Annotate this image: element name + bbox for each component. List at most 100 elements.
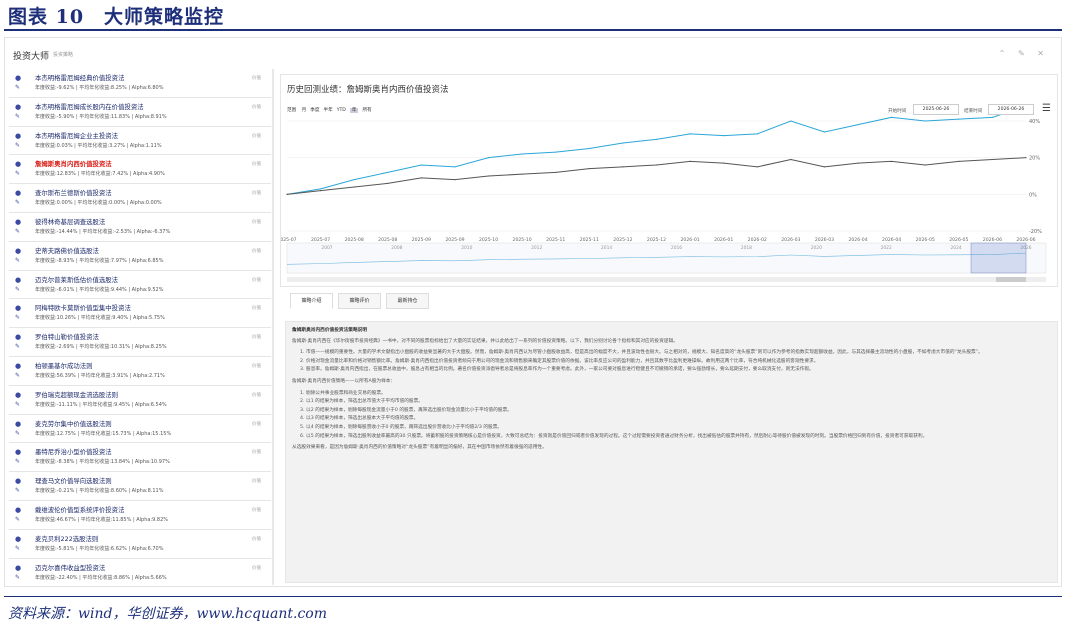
strategy-name[interactable]: 本杰明格雷厄姆成长股内在价值投资法 — [35, 102, 144, 111]
strategy-list-item[interactable]: ● ✎ 史蒂夫路佛价值选股法 年度收益:-8.93% | 平均年化收益:7.97% |… — [9, 242, 271, 271]
navigator-scroll-thumb[interactable] — [996, 277, 1026, 282]
strategy-list-item[interactable]: ● ✎ 墨特尼乔治小型价值投资法 年度收益:-8.38% | 平均年化收益:13.84… — [9, 443, 271, 473]
series-point — [555, 171, 557, 173]
strategy-tag: 价值 — [252, 133, 261, 139]
strategy-name[interactable]: 理查马文价值导向选股法则 — [35, 476, 112, 485]
series-point — [521, 153, 523, 155]
strategy-list-item[interactable]: ● ✎ 理查马文价值导向选股法则 年度收益:-0.21% | 平均年化收益:8.60%… — [9, 472, 271, 501]
navigator-year-label: 2016 — [671, 245, 682, 251]
chart-menu-icon[interactable]: ☰ — [1042, 103, 1051, 114]
edit-icon[interactable]: ✎ — [15, 574, 20, 581]
strategy-list-item[interactable]: ● ✎ 麦克贝利222选股法则 年度收益:-5.81% | 平均年化收益:6.62% … — [9, 530, 271, 559]
navigator-scrollbar[interactable] — [287, 277, 1046, 282]
strategy-tag: 价值 — [252, 479, 261, 485]
strategy-name[interactable]: 本杰明格雷厄姆经典价值投资法 — [35, 73, 124, 82]
selection-rule: 以3 的结果为样本，筛选出总股本大于平均值的股票。 — [306, 415, 1051, 423]
window-header: 投资大师 投资策略 ⌃ ✎ ✕ — [5, 38, 1061, 68]
strategy-name[interactable]: 迈克尔普莱斯低估价值选股法 — [35, 275, 118, 284]
chart-title: 历史回测业绩：詹姆斯奥肖内西价值投资法 — [287, 85, 449, 95]
strategy-list-item[interactable]: ● ✎ 彼得林奇基层调查选股法 年度收益:-14.44% | 平均年化收益:-2.53… — [9, 213, 271, 242]
strategy-name[interactable]: 柏顿墨基尔成功法则 — [35, 361, 93, 370]
edit-icon[interactable]: ✎ — [15, 343, 20, 350]
strategy-name[interactable]: 迈克尔喜伟收益型投资法 — [35, 563, 105, 572]
edit-icon[interactable]: ✎ — [15, 170, 20, 177]
series-line — [286, 115, 1002, 195]
description-point: 价格对现金流量比率和价格对销售额比率。詹姆斯·奥肖内西指出价值投资者倾向于用公司… — [306, 358, 1051, 366]
edit-icon[interactable]: ✎ — [15, 113, 20, 120]
x-tick-label: 2025-12 — [613, 237, 632, 243]
range-button[interactable]: 年 — [349, 108, 359, 113]
x-tick-label: 2026-03 — [781, 237, 800, 243]
strategy-name[interactable]: 查尔斯布兰德斯价值投资法 — [35, 188, 112, 197]
strategy-name[interactable]: 罗伯瑞克超额现金流选股法则 — [35, 390, 118, 399]
x-tick-label: 2025-12 — [647, 237, 666, 243]
navigator-year-label: 2014 — [601, 245, 612, 251]
edit-icon[interactable]: ✎ — [15, 516, 20, 523]
strategy-list-item[interactable]: ● ✎ 麦克劳尔集中价值选股法则 年度收益:12.75% | 平均年化收益:15.73… — [9, 415, 271, 444]
strategy-name[interactable]: 麦克劳尔集中价值选股法则 — [35, 419, 112, 428]
strategy-stats: 年度收益:-22.40% | 平均年化收益:8.86% | Alpha:5.66… — [35, 574, 167, 581]
strategy-name[interactable]: 彼得林奇基层调查选股法 — [35, 217, 105, 226]
range-button[interactable]: 半年 — [323, 108, 332, 113]
strategy-name[interactable]: 墨特尼乔治小型价值投资法 — [35, 447, 112, 456]
strategy-list-item[interactable]: ● ✎ 詹姆斯奥肖内西价值投资法 年度收益:12.83% | 平均年化收益:7.42%… — [9, 155, 271, 185]
strategy-list-item[interactable]: ● ✎ 罗伯瑞克超额现金流选股法则 年度收益:-11.11% | 平均年化收益:9.4… — [9, 386, 271, 415]
strategy-stats: 年度收益:-2.69% | 平均年化收益:10.31% | Alpha:8.25… — [35, 344, 167, 351]
tab-item[interactable]: 策略介绍 — [290, 293, 333, 309]
series-point — [723, 135, 725, 137]
x-tick-label: 2026-05 — [916, 237, 935, 243]
strategy-name[interactable]: 本杰明格雷厄姆企业主投资法 — [35, 131, 118, 140]
strategy-list-item[interactable]: ● ✎ 戴维波伦价值型系统评价投资法 年度收益:46.67% | 平均年化收益:11.… — [9, 501, 271, 530]
edit-icon[interactable]: ✎ — [15, 228, 20, 235]
navigator-year-label: 2012 — [531, 245, 542, 251]
edit-icon[interactable]: ✎ — [15, 199, 20, 206]
edit-icon[interactable]: ✎ — [15, 545, 20, 552]
edit-icon[interactable]: ✎ — [15, 142, 20, 149]
strategy-list-item[interactable]: ● ✎ 本杰明格雷厄姆经典价值投资法 年度收益:-9.62% | 平均年化收益:8.2… — [9, 69, 271, 98]
navigator-year-label: 2018 — [741, 245, 752, 251]
strategy-name[interactable]: 罗伯特山勒价值投资法 — [35, 332, 99, 341]
start-date-input[interactable]: 2025-06-26 — [913, 104, 959, 115]
edit-icon[interactable]: ✎ — [15, 430, 20, 437]
strategy-list-item[interactable]: ● ✎ 本杰明格雷厄姆企业主投资法 年度收益:0.03% | 平均年化收益:3.27%… — [9, 127, 271, 156]
strategy-name[interactable]: 史蒂夫路佛价值选股法 — [35, 246, 99, 255]
range-button[interactable]: 月 — [302, 108, 307, 113]
end-date-input[interactable]: 2026-06-26 — [988, 104, 1034, 115]
edit-icon[interactable]: ✎ — [15, 458, 20, 465]
range-button[interactable]: YTD — [337, 108, 346, 113]
strategy-list-item[interactable]: ● ✎ 查尔斯布兰德斯价值投资法 年度收益:0.00% | 平均年化收益:0.00% … — [9, 184, 271, 213]
list-scrollbar[interactable] — [272, 69, 274, 585]
tab-item[interactable]: 策略评价 — [338, 293, 381, 309]
strategy-list-item[interactable]: ● ✎ 迈克尔普莱斯低估价值选股法 年度收益:-6.01% | 平均年化收益:9.44… — [9, 271, 271, 300]
edit-icon[interactable]: ✎ — [15, 487, 20, 494]
series-point — [790, 120, 792, 122]
edit-icon[interactable]: ✎ — [15, 401, 20, 408]
strategy-list-item[interactable]: ● ✎ 迈克尔喜伟收益型投资法 年度收益:-22.40% | 平均年化收益:8.86%… — [9, 559, 271, 585]
edit-icon[interactable]: ✎ — [15, 286, 20, 293]
strategy-list-item[interactable]: ● ✎ 柏顿墨基尔成功法则 年度收益:56.39% | 平均年化收益:3.91% | … — [9, 357, 271, 386]
strategy-name[interactable]: 麦克贝利222选股法则 — [35, 534, 98, 543]
x-tick-label: 2025-09 — [445, 237, 464, 243]
range-button[interactable]: 季度 — [310, 108, 319, 113]
series-point — [655, 138, 658, 140]
edit-icon[interactable]: ✎ — [15, 372, 20, 379]
edit-icon[interactable]: ✎ — [15, 314, 20, 321]
tab-item[interactable]: 最新持仓 — [386, 293, 429, 309]
strategy-name[interactable]: 戴维波伦价值型系统评价投资法 — [35, 505, 124, 514]
strategy-name[interactable]: 阿梅特欧卡莫斯价值型集中投资法 — [35, 303, 131, 312]
strategy-tag: 价值 — [252, 363, 261, 369]
strategy-name[interactable]: 詹姆斯奥肖内西价值投资法 — [35, 159, 112, 168]
edit-icon[interactable]: ✎ — [15, 257, 20, 264]
bullet-icon: ● — [15, 505, 22, 514]
bullet-icon: ● — [15, 477, 22, 486]
range-button[interactable]: 所有 — [362, 108, 371, 113]
x-tick-label: 2025-10 — [479, 237, 498, 243]
x-tick-label: 2025-11 — [580, 237, 599, 243]
window-controls[interactable]: ⌃ ✎ ✕ — [999, 49, 1049, 58]
description-point: 市值——规模的重要性。大量的学术文献指出小盘股的收益要显著的大于大盘股。然而，詹… — [306, 349, 1051, 357]
navigator-window[interactable] — [970, 242, 1027, 274]
edit-icon[interactable]: ✎ — [15, 84, 20, 91]
strategy-list-item[interactable]: ● ✎ 阿梅特欧卡莫斯价值型集中投资法 年度收益:10.26% | 平均年化收益:9.… — [9, 299, 271, 329]
strategy-list-item[interactable]: ● ✎ 本杰明格雷厄姆成长股内在价值投资法 年度收益:-5.90% | 平均年化收益:… — [9, 98, 271, 127]
strategy-list-item[interactable]: ● ✎ 罗伯特山勒价值投资法 年度收益:-2.69% | 平均年化收益:10.31% … — [9, 328, 271, 357]
